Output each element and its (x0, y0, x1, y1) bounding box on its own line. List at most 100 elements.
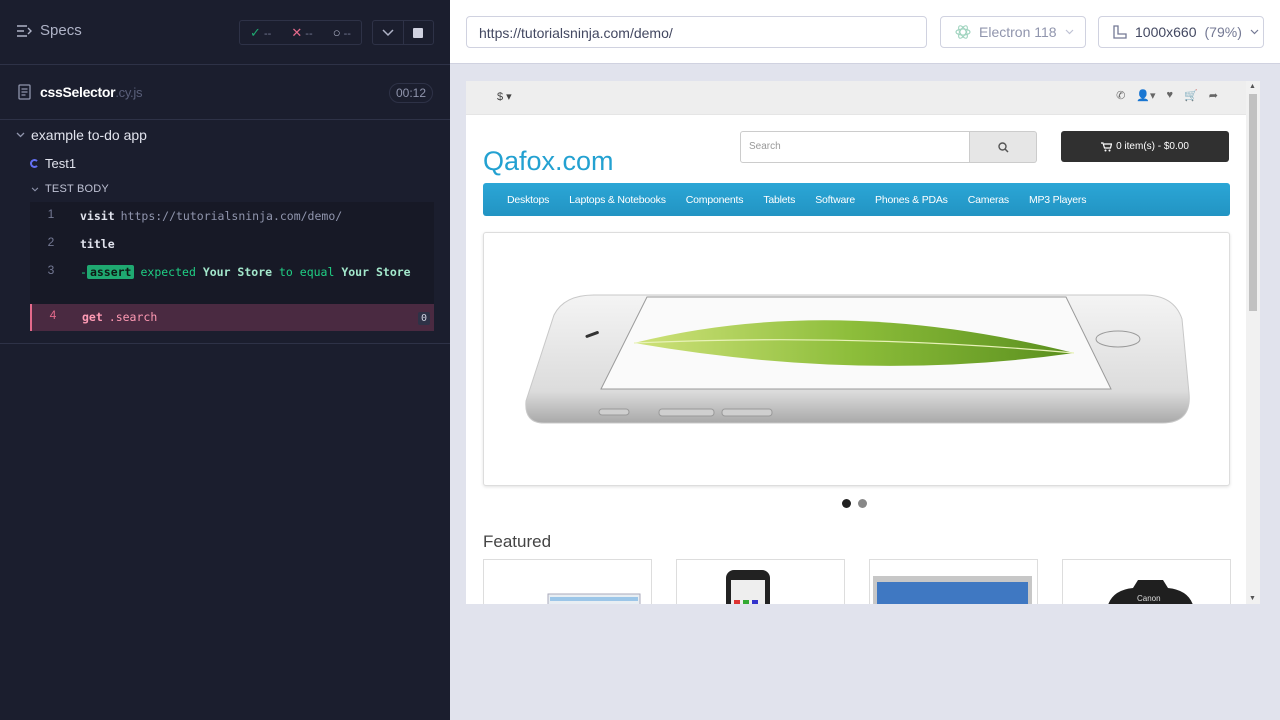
nav-item-desktops[interactable]: Desktops (497, 194, 559, 206)
preview-toolbar: https://tutorialsninja.com/demo/ Electro… (450, 0, 1280, 64)
failed-stat: ✕ -- (291, 24, 313, 40)
command-list: 1 visit https://tutorialsninja.com/demo/ … (30, 202, 434, 331)
pending-stat: ○ -- (332, 25, 351, 40)
preview-background (450, 604, 1280, 720)
nav-item-laptops[interactable]: Laptops & Notebooks (559, 194, 676, 206)
check-icon: ✓ (250, 24, 261, 40)
featured-heading: Featured (483, 532, 552, 551)
command-name: title (80, 237, 115, 251)
browser-label: Electron 118 (979, 24, 1057, 40)
currency-dropdown[interactable]: $ ▾ (497, 90, 512, 103)
test-title[interactable]: Test1 (30, 156, 76, 171)
spec-file-row: cssSelector.cy.js 00:12 (0, 65, 450, 120)
specs-label: Specs (40, 22, 82, 39)
chevron-down-icon (16, 132, 25, 138)
search-input[interactable]: Search (740, 131, 970, 163)
command-number: 4 (49, 308, 57, 322)
iphone-slide-image (525, 294, 1190, 424)
nav-item-phones[interactable]: Phones & PDAs (865, 194, 958, 206)
cart-icon[interactable]: 🛒 (1184, 89, 1198, 102)
product-card-monitor[interactable] (869, 559, 1038, 604)
hero-carousel[interactable] (483, 232, 1230, 486)
nav-item-software[interactable]: Software (805, 194, 865, 206)
element-count-badge: 0 (417, 312, 430, 325)
chevron-down-icon (382, 28, 394, 36)
x-icon: ✕ (291, 24, 303, 40)
specs-list-icon (17, 24, 32, 37)
zoom-level: (79%) (1204, 24, 1242, 40)
aut-scrollbar[interactable]: ▲ ▼ (1246, 81, 1260, 604)
heart-icon[interactable]: ♥ (1167, 89, 1174, 102)
product-card-macbook[interactable] (483, 559, 652, 604)
chevron-down-icon (31, 186, 39, 192)
nav-item-tablets[interactable]: Tablets (753, 194, 805, 206)
running-spinner-icon (30, 159, 39, 168)
runner-header: Specs ✓ -- ✕ -- ○ -- (0, 0, 450, 65)
stop-button[interactable] (404, 21, 434, 44)
pending-icon: ○ (332, 25, 341, 40)
run-controls (372, 20, 434, 45)
command-prefix: - (80, 265, 87, 279)
spec-file-name: cssSelector.cy.js (40, 84, 143, 100)
nav-item-components[interactable]: Components (676, 194, 754, 206)
command-name: visit (80, 209, 115, 223)
search-icon (997, 141, 1009, 153)
carousel-pagination (842, 499, 867, 508)
assert-message: expected Your Store to equal Your Store (140, 265, 411, 279)
command-row-active[interactable]: 4 get .search 0 (30, 304, 434, 331)
top-links: ✆ 👤▾ ♥ 🛒 ➦ (1116, 89, 1218, 102)
laptop-image (547, 593, 641, 604)
stats-bar: ✓ -- ✕ -- ○ -- (239, 20, 362, 45)
command-number: 1 (47, 207, 55, 221)
category-nav: Desktops Laptops & Notebooks Components … (483, 183, 1230, 216)
chevron-down-icon (1250, 29, 1259, 35)
viewport-size: 1000x660 (1135, 24, 1197, 40)
chevron-down-icon (1065, 29, 1074, 35)
app-under-test-frame: $ ▾ ✆ 👤▾ ♥ 🛒 ➦ Qafox.com Search 0 item(s… (466, 81, 1260, 604)
command-name: get (82, 310, 103, 324)
electron-icon (955, 25, 971, 39)
search-box: Search (740, 131, 1037, 163)
aut-url-field[interactable]: https://tutorialsninja.com/demo/ (466, 16, 927, 48)
viewport-selector[interactable]: 1000x660 (79%) (1098, 16, 1264, 48)
camera-brand-text: Canon (1137, 594, 1161, 603)
browser-selector[interactable]: Electron 118 (940, 16, 1086, 48)
cart-button[interactable]: 0 item(s) - $0.00 (1061, 131, 1229, 162)
command-log-panel: Specs ✓ -- ✕ -- ○ -- cssSelector.cy.js 00:1… (0, 0, 450, 720)
specs-button[interactable]: Specs (16, 22, 82, 39)
command-row[interactable]: 1 visit https://tutorialsninja.com/demo/ (30, 202, 434, 230)
scrollbar-thumb[interactable] (1249, 94, 1257, 311)
nav-item-cameras[interactable]: Cameras (958, 194, 1019, 206)
camera-image: Canon (1108, 580, 1193, 604)
command-arg: https://tutorialsninja.com/demo/ (120, 209, 343, 223)
suite-title[interactable]: example to-do app (16, 127, 147, 143)
command-number: 2 (47, 235, 55, 249)
expand-button[interactable] (373, 21, 404, 44)
assert-badge: assert (86, 265, 135, 279)
command-arg: .search (108, 310, 158, 324)
cart-icon (1101, 141, 1113, 151)
product-card-iphone[interactable] (676, 559, 845, 604)
site-logo[interactable]: Qafox.com (483, 146, 614, 177)
command-row[interactable]: 2 title (30, 230, 434, 258)
test-body-header[interactable]: TEST BODY (31, 183, 109, 195)
share-icon[interactable]: ➦ (1209, 89, 1218, 102)
carousel-dot-1[interactable] (842, 499, 851, 508)
scroll-up-icon[interactable]: ▲ (1249, 83, 1256, 90)
carousel-dot-2[interactable] (858, 499, 867, 508)
featured-products: Canon (483, 559, 1231, 604)
user-icon[interactable]: 👤▾ (1136, 89, 1155, 102)
ruler-icon (1113, 25, 1127, 39)
file-icon (18, 84, 31, 100)
divider (0, 343, 450, 344)
search-button[interactable] (970, 131, 1037, 163)
command-row[interactable]: 3 - assert expected Your Store to equal Yo… (30, 258, 434, 304)
command-number: 3 (47, 263, 55, 277)
spec-file-ext: .cy.js (115, 85, 143, 100)
monitor-image (873, 576, 1032, 604)
nav-item-mp3[interactable]: MP3 Players (1019, 194, 1096, 206)
product-card-canon[interactable]: Canon (1062, 559, 1231, 604)
passed-stat: ✓ -- (250, 24, 272, 40)
scroll-down-icon[interactable]: ▼ (1249, 595, 1256, 602)
phone-icon[interactable]: ✆ (1116, 89, 1125, 102)
